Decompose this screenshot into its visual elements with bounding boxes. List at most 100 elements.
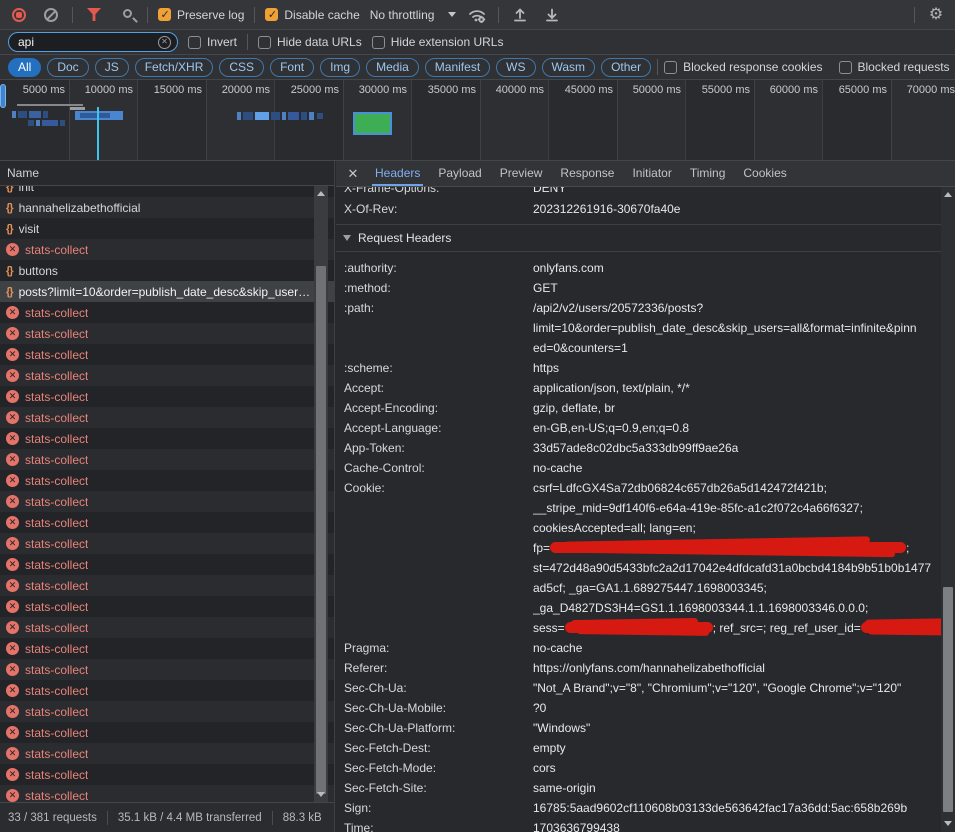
- filter-pill-manifest[interactable]: Manifest: [425, 58, 490, 77]
- request-row[interactable]: ✕stats-collect: [0, 638, 335, 659]
- request-row[interactable]: {}init: [0, 186, 335, 197]
- request-row[interactable]: ✕stats-collect: [0, 722, 335, 743]
- record-button[interactable]: [8, 4, 30, 26]
- request-row[interactable]: ✕stats-collect: [0, 428, 335, 449]
- scrollbar-thumb[interactable]: [943, 587, 953, 812]
- request-row[interactable]: ✕stats-collect: [0, 407, 335, 428]
- scroll-up-icon[interactable]: [944, 192, 952, 197]
- fetch-braces-icon: {}: [6, 265, 13, 277]
- error-icon: ✕: [6, 432, 19, 445]
- filter-input[interactable]: [18, 35, 154, 49]
- request-row[interactable]: ✕stats-collect: [0, 596, 335, 617]
- clear-icon: [44, 8, 58, 22]
- header-row: :method:GET: [336, 278, 955, 298]
- request-row[interactable]: ✕stats-collect: [0, 764, 335, 785]
- request-row[interactable]: ✕stats-collect: [0, 617, 335, 638]
- request-row[interactable]: ✕stats-collect: [0, 491, 335, 512]
- request-row[interactable]: ✕stats-collect: [0, 323, 335, 344]
- filter-pill-js[interactable]: JS: [95, 58, 129, 77]
- request-list-scrollbar[interactable]: [314, 186, 328, 802]
- error-icon: ✕: [6, 600, 19, 613]
- request-row[interactable]: {}posts?limit=10&order=publish_date_desc…: [0, 281, 335, 302]
- request-row[interactable]: ✕stats-collect: [0, 449, 335, 470]
- request-row[interactable]: ✕stats-collect: [0, 512, 335, 533]
- filter-pill-doc[interactable]: Doc: [47, 58, 88, 77]
- request-row[interactable]: ✕stats-collect: [0, 386, 335, 407]
- toolbar-divider: [254, 7, 255, 23]
- filter-pill-font[interactable]: Font: [270, 58, 314, 77]
- tab-payload[interactable]: Payload: [429, 161, 490, 186]
- request-row[interactable]: ✕stats-collect: [0, 743, 335, 764]
- filter-pill-all[interactable]: All: [8, 58, 41, 77]
- clear-filter-icon[interactable]: ✕: [158, 36, 171, 49]
- tab-timing[interactable]: Timing: [681, 161, 735, 186]
- search-icon: [123, 9, 132, 18]
- import-har-button[interactable]: [509, 4, 531, 26]
- request-row[interactable]: ✕stats-collect: [0, 344, 335, 365]
- scroll-down-icon[interactable]: [944, 821, 952, 826]
- invert-checkbox[interactable]: Invert: [188, 35, 237, 49]
- filter-pill-css[interactable]: CSS: [219, 58, 264, 77]
- network-overview-timeline[interactable]: 5000 ms10000 ms15000 ms20000 ms25000 ms3…: [0, 80, 955, 161]
- request-row[interactable]: ✕stats-collect: [0, 239, 335, 260]
- export-har-button[interactable]: [541, 4, 563, 26]
- request-row[interactable]: ✕stats-collect: [0, 302, 335, 323]
- request-row[interactable]: ✕stats-collect: [0, 680, 335, 701]
- request-row[interactable]: ✕stats-collect: [0, 575, 335, 596]
- request-row[interactable]: ✕stats-collect: [0, 365, 335, 386]
- request-row[interactable]: {}buttons: [0, 260, 335, 281]
- waterfall-bar: [29, 111, 41, 118]
- tab-cookies[interactable]: Cookies: [734, 161, 795, 186]
- filter-button[interactable]: [83, 4, 105, 26]
- timeline-brush-handle[interactable]: [0, 84, 6, 108]
- filter-pill-wasm[interactable]: Wasm: [542, 58, 596, 77]
- request-row[interactable]: {}hannahelizabethofficial: [0, 197, 335, 218]
- filter-pill-other[interactable]: Other: [601, 58, 651, 77]
- checkbox-icon: [664, 61, 677, 74]
- hide-extension-urls-checkbox[interactable]: Hide extension URLs: [372, 35, 504, 49]
- request-row[interactable]: ✕stats-collect: [0, 533, 335, 554]
- waterfall-bar: [12, 111, 16, 118]
- filter-pill-ws[interactable]: WS: [496, 58, 535, 77]
- scroll-down-icon[interactable]: [317, 792, 325, 797]
- request-row[interactable]: ✕stats-collect: [0, 701, 335, 722]
- chevron-down-icon: [448, 12, 456, 17]
- hide-data-urls-checkbox[interactable]: Hide data URLs: [258, 35, 362, 49]
- blocked-requests-checkbox[interactable]: Blocked requests: [839, 60, 950, 74]
- request-row[interactable]: ✕stats-collect: [0, 554, 335, 575]
- header-name: Sec-Fetch-Site:: [344, 778, 533, 798]
- disable-cache-checkbox[interactable]: Disable cache: [265, 8, 359, 22]
- header-row: Accept:application/json, text/plain, */*: [336, 378, 955, 398]
- request-headers-section-toggle[interactable]: Request Headers: [336, 225, 955, 251]
- throttling-select[interactable]: No throttling: [370, 8, 457, 22]
- filter-pill-media[interactable]: Media: [366, 58, 419, 77]
- hide-data-urls-label: Hide data URLs: [277, 35, 362, 49]
- blocked-response-cookies-checkbox[interactable]: Blocked response cookies: [664, 60, 822, 74]
- search-button[interactable]: [115, 4, 137, 26]
- request-name: visit: [19, 222, 40, 236]
- tab-preview[interactable]: Preview: [491, 161, 552, 186]
- scroll-up-icon[interactable]: [317, 191, 325, 196]
- details-scrollbar[interactable]: [941, 187, 955, 832]
- header-name: Cookie:: [344, 478, 533, 498]
- header-row: Sign:16785:5aad9602cf110608b03133de56364…: [336, 798, 955, 818]
- filter-pill-fetch-xhr[interactable]: Fetch/XHR: [135, 58, 214, 77]
- filter-pill-img[interactable]: Img: [320, 58, 360, 77]
- scrollbar-thumb[interactable]: [316, 266, 326, 794]
- tab-response[interactable]: Response: [551, 161, 623, 186]
- tick-label: 65000 ms: [825, 84, 887, 97]
- request-row[interactable]: ✕stats-collect: [0, 470, 335, 491]
- header-row: Sec-Ch-Ua-Platform:"Windows": [336, 718, 955, 738]
- devtools-settings-button[interactable]: ⚙: [925, 4, 947, 26]
- name-column-header[interactable]: Name: [0, 161, 335, 186]
- network-conditions-button[interactable]: [466, 4, 488, 26]
- close-details-button[interactable]: ✕: [342, 166, 364, 182]
- request-row[interactable]: {}visit: [0, 218, 335, 239]
- preserve-log-checkbox[interactable]: Preserve log: [158, 8, 244, 22]
- request-row[interactable]: ✕stats-collect: [0, 659, 335, 680]
- checkbox-label: Blocked requests: [858, 60, 950, 74]
- request-row[interactable]: ✕stats-collect: [0, 785, 335, 802]
- tab-headers[interactable]: Headers: [366, 161, 429, 186]
- clear-network-log-button[interactable]: [40, 4, 62, 26]
- tab-initiator[interactable]: Initiator: [623, 161, 680, 186]
